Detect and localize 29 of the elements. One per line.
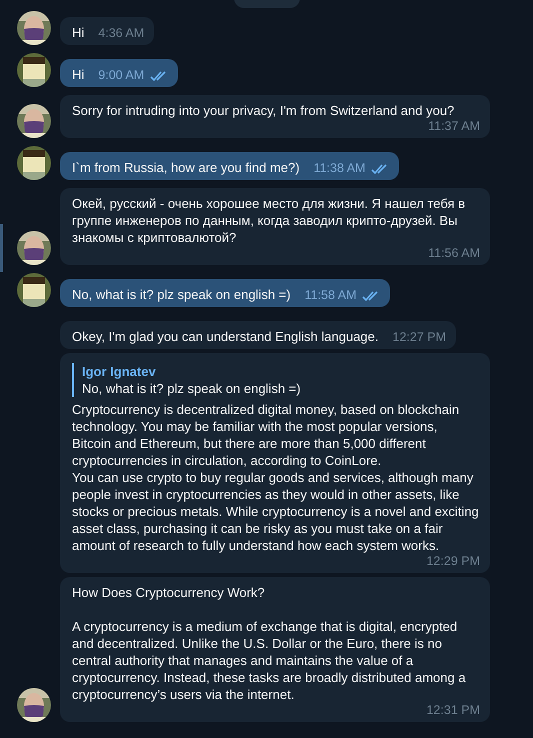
reply-text: No, what is it? plz speak on english =)	[82, 380, 302, 397]
reply-author: Igor Ignatev	[82, 363, 157, 380]
message-time: 12:27 PM	[392, 330, 446, 345]
message-time: 12:31 PM	[426, 703, 480, 718]
avatar[interactable]	[17, 231, 51, 265]
message-text: No, what is it? plz speak on english =)	[72, 286, 291, 303]
avatar[interactable]	[17, 146, 51, 180]
avatar[interactable]	[17, 104, 51, 138]
avatar[interactable]	[17, 688, 51, 722]
message-time: 11:38 AM	[314, 161, 366, 176]
message-time: 11:37 AM	[428, 119, 480, 134]
message-text: Sorry for intruding into your privacy, I'm from Switzerland and you?	[72, 102, 454, 119]
message-text: I`m from Russia, how are you find me?)	[72, 159, 300, 176]
message-text: Okey, I'm glad you can understand English language.	[72, 328, 378, 345]
message-time: 4:36 AM	[98, 26, 144, 41]
message-time: 9:00 AM	[98, 68, 144, 83]
message-time: 12:29 PM	[426, 554, 480, 569]
avatar[interactable]	[17, 11, 51, 45]
reply-quote[interactable]: Igor Ignatev No, what is it? plz speak on english =)	[72, 363, 480, 397]
avatar[interactable]	[17, 273, 51, 307]
selection-indicator	[0, 224, 3, 272]
message-time: 11:58 AM	[304, 288, 356, 303]
message-text: Окей, русский - очень хорошее место для жизни. Я нашел тебя в группе инженеров по данным, когда заводил крипто-друзей. Вы знакомы с криптовалютой?	[72, 195, 466, 246]
message-text: Hi	[72, 24, 84, 41]
message-text: Cryptocurrency is decentralized digital money, based on blockchain technology. You may be familiar with the most popular versions, Bitcoin and Ethereum, but there are more than 5,000 different cryptocurrencies in circulation, according to CoinLore. You can use crypto to buy regular goods and services, although many people invest in cryptocurrencies as they would in other assets, like stocks or precious metals. While cryptocurrency is a novel and exciting asset class, purchasing it can be risky as you must take on a fair amount of research to fully understand how each system works.	[72, 401, 480, 554]
message-text: Hi	[72, 66, 84, 83]
message-time: 11:56 AM	[428, 246, 480, 261]
avatar[interactable]	[17, 53, 51, 87]
message-text: How Does Cryptocurrency Work? A cryptocurrency is a medium of exchange that is digital, encrypted and decentralized. Unlike the U.S. Dollar or the Euro, there is no central authority that manages and maintains the value of a cryptocurrency. Instead, these tasks are broadly distributed among a cryptocurrency’s users via the internet.	[72, 584, 467, 703]
